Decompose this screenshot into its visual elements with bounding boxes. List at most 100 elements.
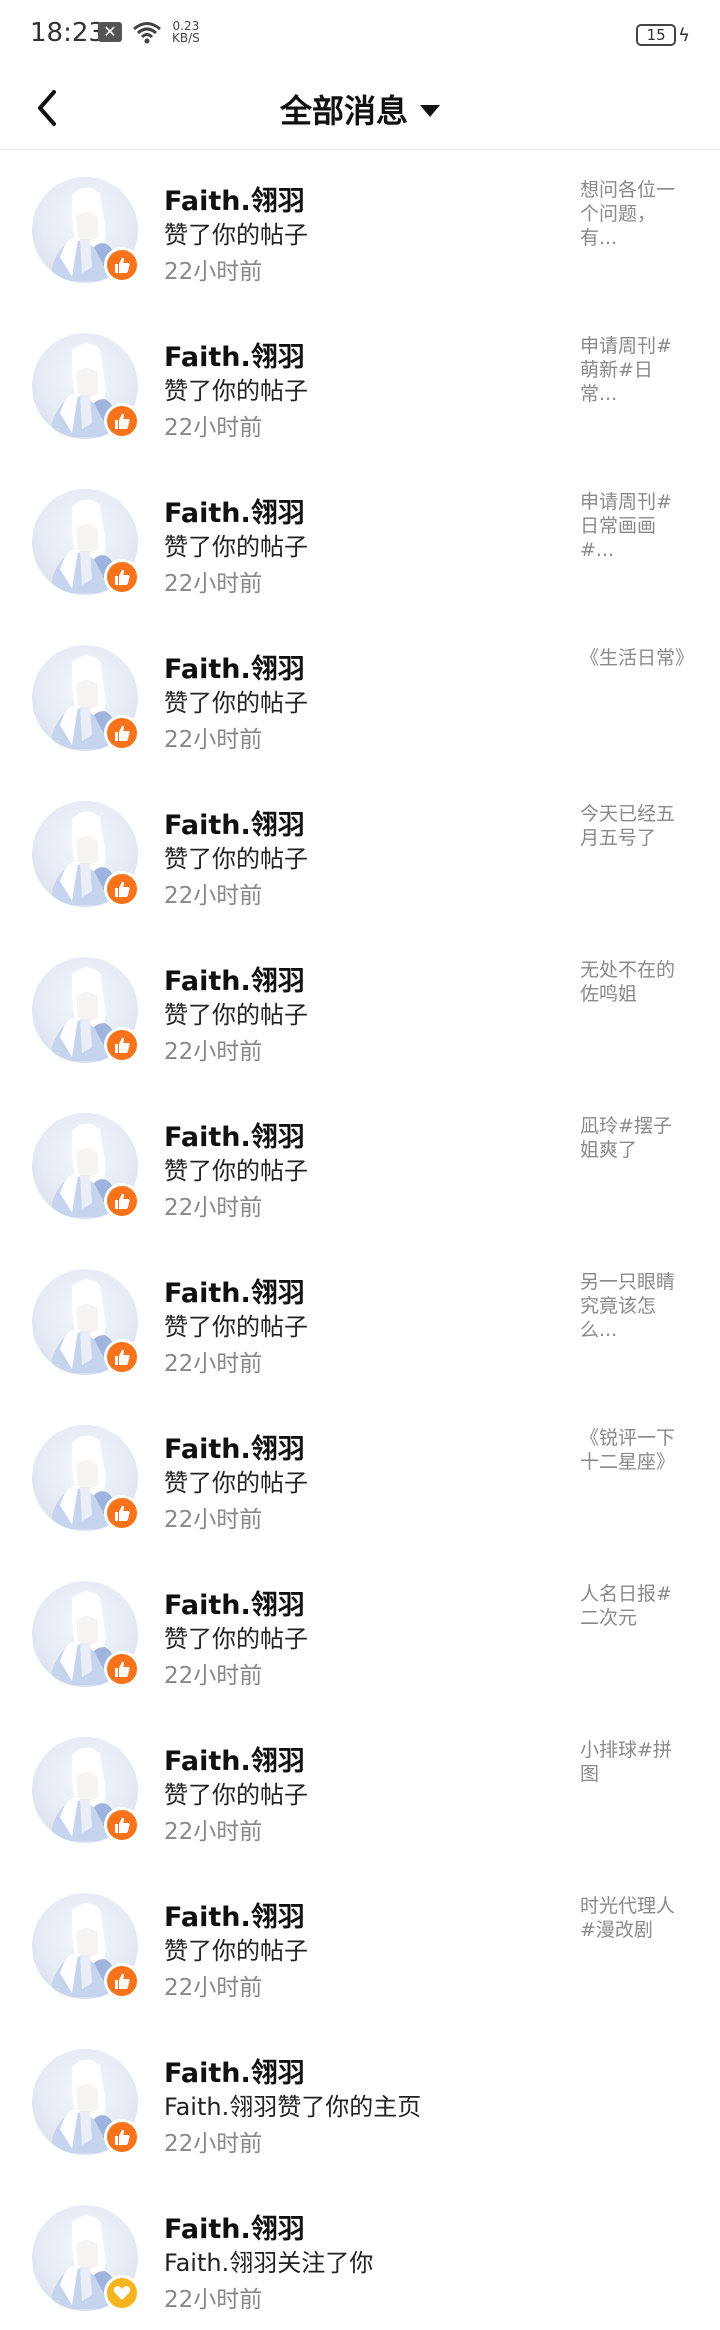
post-snippet[interactable]: 小排球#拼图 [580,1738,690,1786]
timestamp: 22小时前 [164,1351,263,1377]
user-name[interactable]: Faith.翎羽 [164,1583,305,1622]
like-badge [104,559,140,595]
like-badge [104,1027,140,1063]
net-speed-unit: KB/S [172,31,200,45]
message-item[interactable]: Faith.翎羽 Faith.翎羽关注了你 22小时前 [0,2178,720,2330]
user-name[interactable]: Faith.翎羽 [164,335,305,374]
post-snippet[interactable]: 无处不在的佐鸣姐 [580,958,690,1006]
timestamp: 22小时前 [164,883,263,909]
action-text: 赞了你的帖子 [164,221,308,249]
user-name[interactable]: Faith.翎羽 [164,803,305,842]
post-snippet[interactable]: 另一只眼睛究竟该怎么... [580,1270,690,1342]
like-badge [104,247,140,283]
message-item[interactable]: Faith.翎羽 赞了你的帖子 22小时前 凪玲#摆子姐爽了 [0,1086,720,1242]
user-name[interactable]: Faith.翎羽 [164,959,305,998]
action-text: 赞了你的帖子 [164,377,308,405]
thumbs-up-icon [115,881,130,897]
like-badge [104,871,140,907]
user-name[interactable]: Faith.翎羽 [164,2207,305,2246]
like-badge [104,1339,140,1375]
message-item[interactable]: Faith.翎羽 赞了你的帖子 22小时前 另一只眼睛究竟该怎么... [0,1242,720,1398]
like-badge [104,1807,140,1843]
notification-x-icon: ✕ [98,22,122,42]
post-snippet[interactable]: 想问各位一个问题，有... [580,178,690,250]
message-item[interactable]: Faith.翎羽 赞了你的帖子 22小时前 时光代理人#漫改剧 [0,1866,720,2022]
action-text: Faith.翎羽关注了你 [164,2249,374,2277]
like-badge [104,715,140,751]
user-name[interactable]: Faith.翎羽 [164,1427,305,1466]
status-icons: ✕ 0.23 KB/S [98,20,200,44]
thumbs-up-icon [115,1505,130,1521]
charging-icon: ϟ [678,24,690,46]
heart-icon [113,2286,131,2300]
thumbs-up-icon [115,2129,130,2145]
battery-level: 15 [636,24,677,46]
like-badge [104,1963,140,1999]
action-text: 赞了你的帖子 [164,1313,308,1341]
follow-badge [104,2275,140,2311]
net-speed: 0.23 KB/S [172,20,200,44]
user-name[interactable]: Faith.翎羽 [164,1895,305,1934]
timestamp: 22小时前 [164,415,263,441]
message-item[interactable]: Faith.翎羽 赞了你的帖子 22小时前 想问各位一个问题，有... [0,150,720,306]
user-name[interactable]: Faith.翎羽 [164,179,305,218]
thumbs-up-icon [115,569,130,585]
post-snippet[interactable]: 申请周刊#萌新#日常... [580,334,690,406]
message-item[interactable]: Faith.翎羽 赞了你的帖子 22小时前 小排球#拼图 [0,1710,720,1866]
thumbs-up-icon [115,1817,130,1833]
timestamp: 22小时前 [164,727,263,753]
action-text: 赞了你的帖子 [164,1781,308,1809]
timestamp: 22小时前 [164,2287,263,2313]
user-name[interactable]: Faith.翎羽 [164,1271,305,1310]
status-bar: 18:23 ✕ 0.23 KB/S 15 ϟ [0,0,720,70]
message-item[interactable]: Faith.翎羽 赞了你的帖子 22小时前 《锐评一下十二星座》 [0,1398,720,1554]
thumbs-up-icon [115,1973,130,1989]
message-item[interactable]: Faith.翎羽 赞了你的帖子 22小时前 无处不在的佐鸣姐 [0,930,720,1086]
timestamp: 22小时前 [164,1663,263,1689]
user-name[interactable]: Faith.翎羽 [164,491,305,530]
page-title: 全部消息 [279,92,408,130]
message-item[interactable]: Faith.翎羽 Faith.翎羽赞了你的主页 22小时前 [0,2022,720,2178]
message-item[interactable]: Faith.翎羽 赞了你的帖子 22小时前 今天已经五月五号了 [0,774,720,930]
battery-indicator: 15 ϟ [636,24,690,46]
action-text: 赞了你的帖子 [164,1469,308,1497]
thumbs-up-icon [115,1349,130,1365]
message-item[interactable]: Faith.翎羽 赞了你的帖子 22小时前 申请周刊#萌新#日常... [0,306,720,462]
timestamp: 22小时前 [164,571,263,597]
thumbs-up-icon [115,257,130,273]
post-snippet[interactable]: 《锐评一下十二星座》 [580,1426,690,1474]
like-badge [104,1651,140,1687]
user-name[interactable]: Faith.翎羽 [164,1115,305,1154]
thumbs-up-icon [115,1193,130,1209]
caret-down-icon [420,105,440,117]
message-list: Faith.翎羽 赞了你的帖子 22小时前 想问各位一个问题，有... Fait… [0,150,720,2330]
post-snippet[interactable]: 今天已经五月五号了 [580,802,690,850]
like-badge [104,2119,140,2155]
action-text: Faith.翎羽赞了你的主页 [164,2093,422,2121]
message-item[interactable]: Faith.翎羽 赞了你的帖子 22小时前 人名日报#二次元 [0,1554,720,1710]
user-name[interactable]: Faith.翎羽 [164,647,305,686]
action-text: 赞了你的帖子 [164,533,308,561]
post-snippet[interactable]: 申请周刊#日常画画#... [580,490,690,562]
timestamp: 22小时前 [164,1039,263,1065]
like-badge [104,403,140,439]
timestamp: 22小时前 [164,1195,263,1221]
like-badge [104,1183,140,1219]
post-snippet[interactable]: 《生活日常》 [580,646,694,670]
message-item[interactable]: Faith.翎羽 赞了你的帖子 22小时前 《生活日常》 [0,618,720,774]
user-name[interactable]: Faith.翎羽 [164,1739,305,1778]
action-text: 赞了你的帖子 [164,1157,308,1185]
timestamp: 22小时前 [164,1975,263,2001]
post-snippet[interactable]: 人名日报#二次元 [580,1582,690,1630]
action-text: 赞了你的帖子 [164,1625,308,1653]
message-filter-dropdown[interactable]: 全部消息 [0,86,720,132]
thumbs-up-icon [115,413,130,429]
action-text: 赞了你的帖子 [164,1937,308,1965]
timestamp: 22小时前 [164,1507,263,1533]
user-name[interactable]: Faith.翎羽 [164,2051,305,2090]
post-snippet[interactable]: 时光代理人#漫改剧 [580,1894,690,1942]
timestamp: 22小时前 [164,1819,263,1845]
message-item[interactable]: Faith.翎羽 赞了你的帖子 22小时前 申请周刊#日常画画#... [0,462,720,618]
post-snippet[interactable]: 凪玲#摆子姐爽了 [580,1114,690,1162]
thumbs-up-icon [115,725,130,741]
